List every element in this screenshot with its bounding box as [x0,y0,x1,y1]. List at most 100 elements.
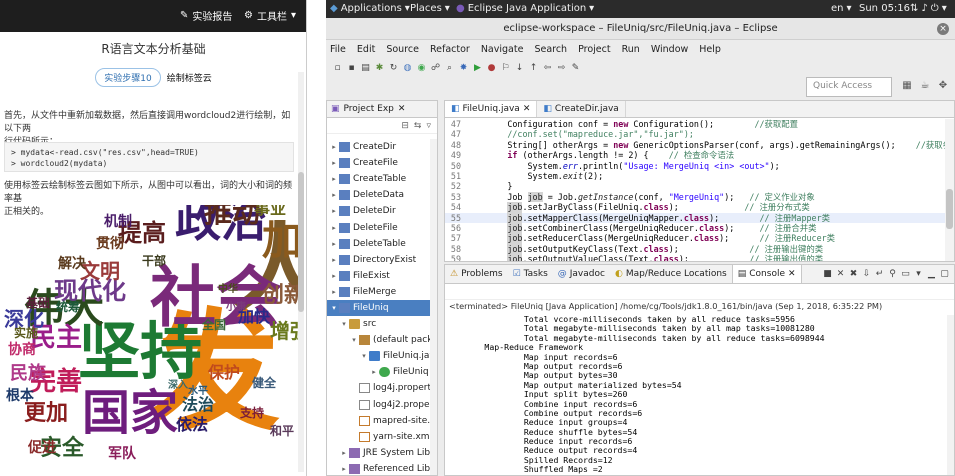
tree-item[interactable]: ▸ DeleteDir [327,203,437,219]
search-icon[interactable]: ⌕ [444,63,455,74]
chevron-right-icon[interactable]: ▸ [329,207,339,215]
tree-item[interactable]: mapred-site.xml [327,413,437,429]
active-app-menu[interactable]: ● Eclipse Java Application ▾ [456,3,594,14]
menu-item-edit[interactable]: Edit [357,44,375,55]
prev-annotation-icon[interactable]: ↑ [528,63,539,74]
quick-access-input[interactable]: Quick Access [806,77,892,97]
report-button[interactable]: ✎ 实验报告 [180,8,232,23]
close-icon[interactable]: ✕ [398,104,406,114]
code-area[interactable]: 47 Configuration conf = new Configuratio… [445,119,945,261]
chevron-right-icon[interactable]: ▸ [369,368,379,376]
view-menu-icon[interactable]: ▿ [426,121,431,131]
bottom-tab[interactable]: @ Javadoc [553,265,610,283]
explorer-scrollbar[interactable] [430,139,437,475]
tree-item[interactable]: ▾ src [327,316,437,332]
minimize-icon[interactable]: ▁ [926,269,937,280]
clock[interactable]: Sun 05:16 [859,3,910,14]
chevron-right-icon[interactable]: ▸ [329,191,339,199]
tree-item[interactable]: ▸ FileMerge [327,284,437,300]
language-indicator[interactable]: en ▾ [831,3,852,14]
save-icon[interactable]: ▪ [346,63,357,74]
scroll-lock-icon[interactable]: ⇩ [861,269,872,280]
chevron-right-icon[interactable]: ▸ [329,240,339,248]
tree-item[interactable]: ▸ FileExist [327,268,437,284]
tree-item[interactable]: ▸ DeleteFile [327,219,437,235]
chevron-right-icon[interactable]: ▸ [329,288,339,296]
chevron-down-icon[interactable]: ▾ [349,336,359,344]
java-perspective-icon[interactable]: ☕ [918,80,932,94]
forward-icon[interactable]: ⇨ [556,63,567,74]
project-explorer-tab[interactable]: ▣ Project Exp ✕ [327,101,437,118]
editor-tab[interactable]: ◧ CreateDir.java [537,101,626,117]
chevron-right-icon[interactable]: ▸ [329,272,339,280]
menu-item-refactor[interactable]: Refactor [430,44,470,55]
menu-item-project[interactable]: Project [578,44,611,55]
tutorial-scrollbar[interactable] [298,72,304,472]
tree-item[interactable]: ▾ FileUniq [327,299,437,317]
chevron-down-icon[interactable]: ▾ [329,304,339,312]
scrollbar-thumb[interactable] [946,189,953,229]
new-icon[interactable]: ▫ [332,63,343,74]
tree-item[interactable]: ▸ JRE System Library [327,445,437,461]
bottom-tab[interactable]: ☑ Tasks [508,265,553,283]
chevron-right-icon[interactable]: ▸ [339,465,349,473]
chevron-down-icon[interactable]: ▾ [359,352,369,360]
chevron-right-icon[interactable]: ▸ [329,175,339,183]
chevron-right-icon[interactable]: ▸ [329,256,339,264]
tools-button[interactable]: ⚙ 工具栏 ▾ [244,8,296,23]
open-type-icon[interactable]: ☍ [430,63,441,74]
next-annotation-icon[interactable]: ↓ [514,63,525,74]
debug-icon[interactable]: ✱ [374,63,385,74]
menu-item-window[interactable]: Window [651,44,688,55]
refresh-icon[interactable]: ↻ [388,63,399,74]
display-console-icon[interactable]: ▭ [900,269,911,280]
editor-scrollbar[interactable] [945,119,954,261]
word-wrap-icon[interactable]: ↵ [874,269,885,280]
tree-item[interactable]: log4j2.propertie [327,397,437,413]
console-output[interactable]: Total vcore-milliseconds taken by all re… [445,314,950,476]
collapse-all-icon[interactable]: ⊟ [401,121,409,131]
bottom-tab[interactable]: ▤ Console ✕ [731,265,802,283]
tree-item[interactable]: ▸ DeleteTable [327,236,437,252]
places-menu[interactable]: Places ▾ [410,3,450,14]
open-perspective-icon[interactable]: ▦ [900,80,914,94]
tree-item[interactable]: ▸ DirectoryExist [327,252,437,268]
maximize-icon[interactable]: ▢ [939,269,950,280]
external-tools-icon[interactable]: ● [486,63,497,74]
close-icon[interactable]: ✕ [523,104,531,114]
menu-item-run[interactable]: Run [622,44,640,55]
chevron-right-icon[interactable]: ▸ [329,159,339,167]
tree-item[interactable]: ▸ FileUniq [327,364,437,380]
tree-item[interactable]: ▾ (default package [327,332,437,348]
scrollbar-thumb[interactable] [298,172,304,312]
bottom-tab[interactable]: ◐ Map/Reduce Locations [610,265,732,283]
print-icon[interactable]: ▤ [360,63,371,74]
tree-item[interactable]: ▾ FileUniq.java [327,348,437,364]
chevron-right-icon[interactable]: ▸ [329,224,339,232]
coverage-icon[interactable]: ⚐ [500,63,511,74]
mapreduce-perspective-icon[interactable]: ✥ [936,80,950,94]
tree-item[interactable]: ▸ CreateFile [327,155,437,171]
link-editor-icon[interactable]: ⇆ [414,121,422,131]
close-icon[interactable]: ✕ [788,269,796,279]
chevron-right-icon[interactable]: ▸ [329,143,339,151]
editor-tab[interactable]: ◧ FileUniq.java ✕ [445,101,538,117]
pin-icon[interactable]: ✎ [570,63,581,74]
back-icon[interactable]: ⇦ [542,63,553,74]
remove-all-icon[interactable]: ✖ [848,269,859,280]
bottom-tab[interactable]: ⚠ Problems [445,265,508,283]
step-button[interactable]: 实验步骤10 [95,68,161,87]
tree-item[interactable]: ▸ CreateTable [327,171,437,187]
tree-item[interactable]: log4j.properties [327,380,437,396]
menu-item-source[interactable]: Source [386,44,419,55]
tree-item[interactable]: ▸ DeleteData [327,187,437,203]
menu-item-help[interactable]: Help [699,44,721,55]
tree-item[interactable]: ▸ Referenced Librarie [327,461,437,476]
applications-menu[interactable]: ◆ Applications ▾ [330,3,410,14]
tree-item[interactable]: yarn-site.xml [327,429,437,445]
menu-item-search[interactable]: Search [534,44,567,55]
open-console-icon[interactable]: ▾ [913,269,924,280]
terminate-icon[interactable]: ■ [822,269,833,280]
pin-console-icon[interactable]: ⚲ [887,269,898,280]
menu-item-file[interactable]: File [330,44,346,55]
